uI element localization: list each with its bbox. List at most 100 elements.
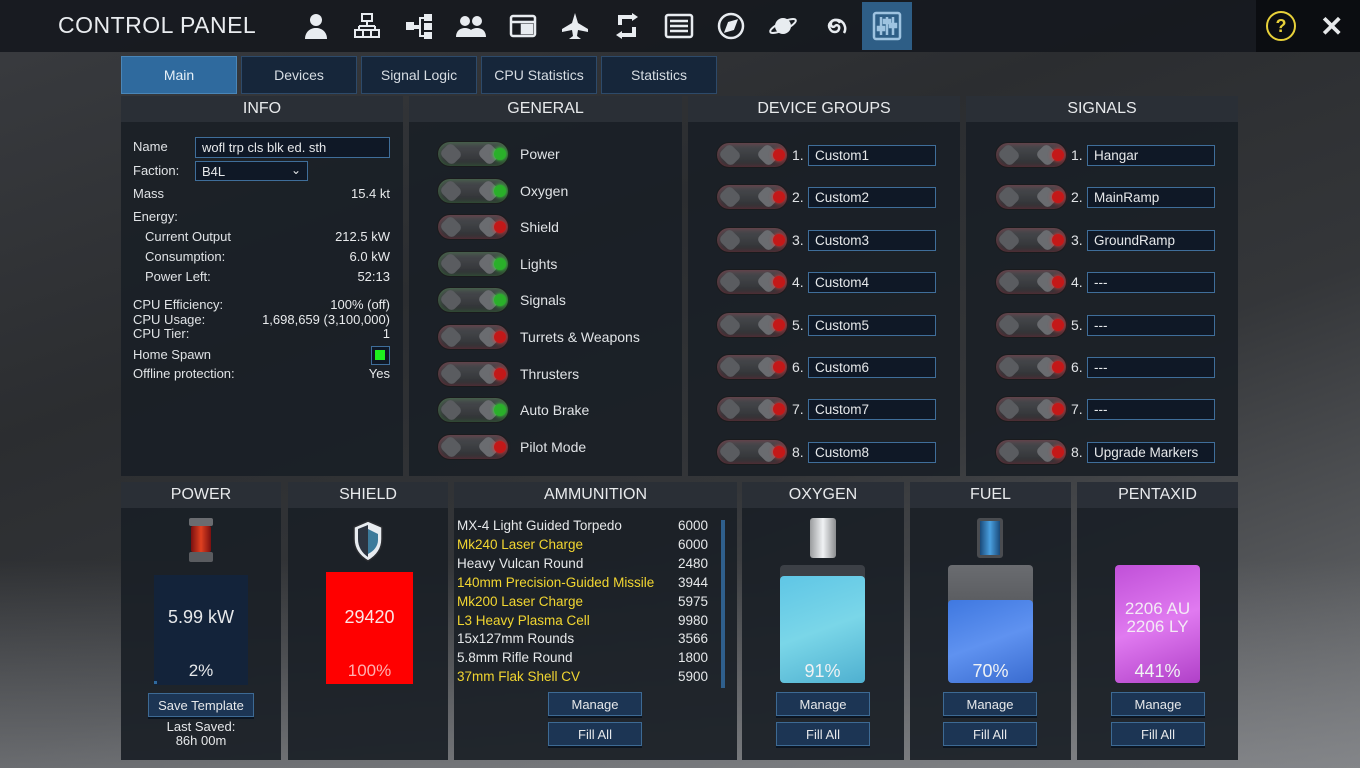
device-group-toggle[interactable] xyxy=(716,354,788,380)
status-indicator xyxy=(494,294,506,307)
signal-toggle[interactable] xyxy=(995,269,1067,296)
device-group-name-input[interactable]: Custom4 xyxy=(808,272,936,294)
fuel-manage-button[interactable]: Manage xyxy=(943,692,1037,716)
device-group-toggle[interactable] xyxy=(716,226,788,253)
row-number: 1. xyxy=(1071,147,1083,163)
device-group-name-input[interactable]: Custom8 xyxy=(808,441,936,463)
status-indicator xyxy=(773,361,785,373)
ammo-fill-all-button[interactable]: Fill All xyxy=(548,722,642,746)
general-toggle[interactable] xyxy=(437,287,509,314)
list-icon[interactable] xyxy=(656,2,702,50)
name-input[interactable]: wofl trp cls blk ed. sth xyxy=(195,137,390,158)
pentaxid-percent: 441% xyxy=(1134,661,1181,681)
tab-main[interactable]: Main xyxy=(121,56,237,94)
signal-toggle[interactable] xyxy=(995,396,1067,423)
general-toggle[interactable] xyxy=(437,250,509,277)
signal-name-input[interactable]: GroundRamp xyxy=(1087,229,1215,251)
device-group-toggle[interactable] xyxy=(716,438,788,465)
general-toggle[interactable] xyxy=(437,433,509,460)
device-group-toggle[interactable] xyxy=(716,142,788,168)
tab-devices[interactable]: Devices xyxy=(241,56,357,94)
device-group-name-input[interactable]: Custom1 xyxy=(808,145,936,166)
ammo-item-name: 15x127mm Rounds xyxy=(457,631,575,647)
signal-toggle[interactable] xyxy=(995,311,1067,338)
compass-icon[interactable] xyxy=(708,2,754,50)
device-group-toggle[interactable] xyxy=(716,184,788,211)
tab-statistics[interactable]: Statistics xyxy=(601,56,717,94)
oxygen-percent: 91% xyxy=(804,661,841,681)
planet-icon[interactable] xyxy=(760,2,806,50)
status-indicator xyxy=(494,331,506,343)
signal-toggle[interactable] xyxy=(995,226,1067,253)
info-header: INFO xyxy=(121,96,403,122)
status-indicator xyxy=(1052,318,1064,331)
signal-toggle[interactable] xyxy=(995,142,1067,168)
ammo-item-name: Mk200 Laser Charge xyxy=(457,593,584,609)
swap-icon[interactable] xyxy=(604,2,650,50)
fuel-fill-all-button[interactable]: Fill All xyxy=(943,722,1037,746)
oxygen-fill-all-button[interactable]: Fill All xyxy=(776,722,870,746)
device-group-name-input[interactable]: Custom3 xyxy=(808,229,936,251)
device-group-toggle[interactable] xyxy=(716,269,788,296)
general-toggle[interactable] xyxy=(437,141,509,167)
energy-label: Energy: xyxy=(133,209,178,224)
status-indicator xyxy=(773,445,785,458)
ammo-manage-button[interactable]: Manage xyxy=(548,692,642,716)
consumption-label: Consumption: xyxy=(145,249,226,264)
pentaxid-header: PENTAXID xyxy=(1077,482,1238,508)
fuel-header: FUEL xyxy=(910,482,1071,508)
person-icon[interactable] xyxy=(293,2,339,50)
oxygen-manage-button[interactable]: Manage xyxy=(776,692,870,716)
mass-value: 15.4 kt xyxy=(350,186,390,201)
signal-name-input[interactable]: --- xyxy=(1087,399,1215,421)
pentaxid-manage-button[interactable]: Manage xyxy=(1111,692,1205,716)
help-icon[interactable]: ? xyxy=(1266,11,1296,41)
tab-signal-logic[interactable]: Signal Logic xyxy=(361,56,477,94)
general-toggle[interactable] xyxy=(437,177,509,204)
tab-cpu-statistics[interactable]: CPU Statistics xyxy=(481,56,597,94)
pentaxid-fill-all-button[interactable]: Fill All xyxy=(1111,722,1205,746)
pentaxid-au: 2206 AU xyxy=(1124,599,1191,618)
status-indicator xyxy=(773,233,785,246)
general-toggle[interactable] xyxy=(437,360,509,387)
ammo-item-value: 3944 xyxy=(677,574,708,590)
device-group-name-input[interactable]: Custom2 xyxy=(808,187,936,209)
sliders-icon[interactable] xyxy=(862,2,912,50)
window-icon[interactable] xyxy=(500,2,546,50)
signal-name-input[interactable]: --- xyxy=(1087,314,1215,336)
status-indicator xyxy=(494,367,506,380)
signal-toggle[interactable] xyxy=(995,438,1067,465)
general-toggle[interactable] xyxy=(437,324,509,350)
signal-toggle[interactable] xyxy=(995,354,1067,380)
structure-icon[interactable] xyxy=(344,2,390,50)
signal-name-input[interactable]: Hangar xyxy=(1087,145,1215,166)
general-toggle-label: Power xyxy=(520,146,560,162)
device-group-name-input[interactable]: Custom5 xyxy=(808,314,936,336)
general-toggle[interactable] xyxy=(437,214,509,241)
status-indicator xyxy=(494,148,506,160)
device-group-toggle[interactable] xyxy=(716,311,788,338)
ammo-item-name: 37mm Flak Shell CV xyxy=(457,669,581,685)
device-group-name-input[interactable]: Custom7 xyxy=(808,399,936,421)
signal-toggle[interactable] xyxy=(995,184,1067,211)
general-toggle[interactable] xyxy=(437,397,509,424)
ship-icon[interactable] xyxy=(552,2,598,50)
ammo-scrollbar[interactable] xyxy=(721,520,725,688)
faction-select[interactable]: B4L ⌄ xyxy=(195,161,308,181)
signal-name-input[interactable]: Upgrade Markers xyxy=(1087,441,1215,463)
device-group-toggle[interactable] xyxy=(716,396,788,423)
signal-name-input[interactable]: --- xyxy=(1087,272,1215,294)
device-group-name-input[interactable]: Custom6 xyxy=(808,357,936,378)
group-icon[interactable] xyxy=(448,2,494,50)
status-indicator xyxy=(494,257,506,270)
network-icon[interactable] xyxy=(396,2,442,50)
faction-label: Faction: xyxy=(133,163,180,178)
close-icon[interactable]: ✕ xyxy=(1320,10,1343,43)
signal-name-input[interactable]: MainRamp xyxy=(1087,187,1215,209)
home-spawn-checkbox[interactable] xyxy=(371,346,390,365)
cpu-tier-value: 1 xyxy=(382,326,390,341)
save-template-button[interactable]: Save Template xyxy=(148,693,254,717)
power-header: POWER xyxy=(121,482,281,508)
signal-name-input[interactable]: --- xyxy=(1087,357,1215,378)
galaxy-icon[interactable] xyxy=(812,2,858,50)
